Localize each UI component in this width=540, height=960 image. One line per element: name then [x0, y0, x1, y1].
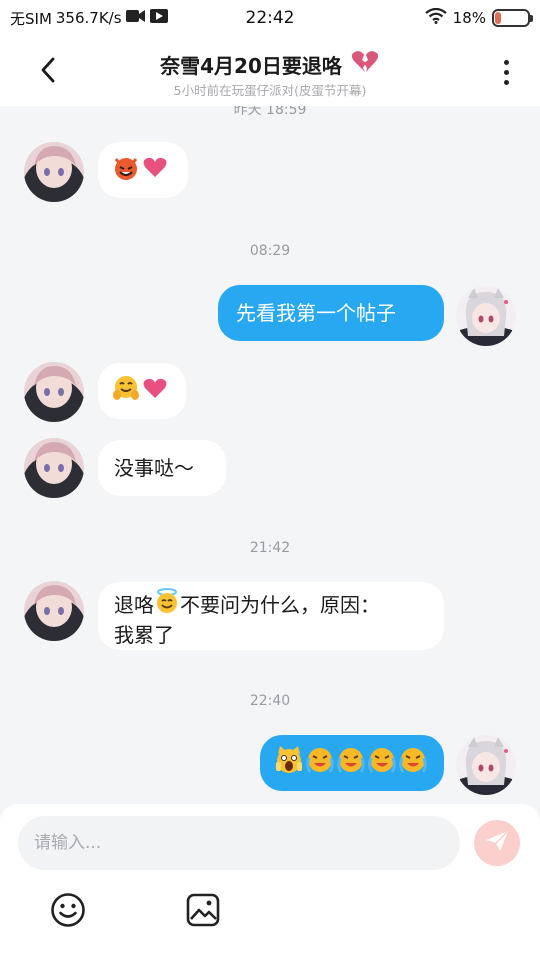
- broken-heart-icon: [350, 50, 380, 79]
- battery-percent: 18%: [452, 9, 486, 27]
- message-bubble-incoming[interactable]: 没事哒～: [98, 440, 226, 496]
- carrier-label: 无SIM: [10, 9, 52, 28]
- smiley-icon: [50, 892, 86, 932]
- scream-cat-emoji: [274, 745, 304, 781]
- avatar-contact[interactable]: [24, 581, 84, 641]
- chat-title[interactable]: 奈雪4月20日要退咯: [160, 50, 380, 79]
- avatar-contact[interactable]: [24, 142, 84, 202]
- message-composer: [0, 804, 540, 960]
- avatar-self[interactable]: [456, 286, 516, 346]
- message-text: 我累了: [114, 623, 174, 647]
- message-text: 没事哒～: [114, 456, 194, 480]
- crying-face-emoji: [305, 746, 335, 781]
- message-bubble-outgoing[interactable]: [260, 735, 444, 791]
- avatar-self[interactable]: [456, 735, 516, 795]
- message-input[interactable]: [18, 816, 460, 870]
- chat-subtitle: 5小时前在玩蛋仔派对(皮蛋节开幕): [173, 83, 367, 98]
- message-text: 先看我第一个帖子: [236, 301, 396, 325]
- message-bubble-outgoing[interactable]: 先看我第一个帖子: [218, 285, 444, 341]
- video-player-icon: [149, 9, 168, 27]
- pink-heart-emoji: [142, 155, 168, 186]
- hugging-face-emoji: [112, 374, 140, 409]
- message-text: 退咯: [114, 592, 154, 617]
- message-bubble-incoming[interactable]: [98, 363, 186, 419]
- wifi-icon: [424, 7, 447, 28]
- send-icon: [485, 830, 509, 856]
- avatar-contact[interactable]: [24, 362, 84, 422]
- chat-header: 奈雪4月20日要退咯 5小时前在玩蛋仔派对(皮蛋节开幕): [0, 36, 540, 106]
- message-text: 不要问为什么，原因：: [180, 592, 380, 617]
- timestamp: 昨天 18:59: [233, 106, 307, 118]
- battery-icon: [492, 9, 533, 27]
- timestamp: 21:42: [249, 540, 291, 556]
- video-recorder-icon: [125, 9, 146, 27]
- message-bubble-incoming[interactable]: 退咯 不要问为什么，原因： 我累了: [98, 582, 444, 650]
- message-list[interactable]: 昨天 18:59 08:29 先看我第一个帖子 没事哒～ 21:42 退咯 不要…: [0, 106, 540, 804]
- crying-face-emoji: [367, 746, 397, 781]
- timestamp: 22:40: [249, 693, 291, 709]
- chat-title-text: 奈雪4月20日要退咯: [160, 54, 342, 78]
- crying-face-emoji: [336, 746, 366, 781]
- more-vertical-icon: [503, 59, 509, 65]
- avatar-contact[interactable]: [24, 438, 84, 498]
- message-bubble-incoming[interactable]: [98, 142, 188, 198]
- network-speed: 356.7K/s: [55, 9, 122, 27]
- more-options-button[interactable]: [492, 52, 520, 92]
- emoji-button[interactable]: [48, 892, 88, 932]
- image-button[interactable]: [183, 892, 223, 932]
- send-button[interactable]: [474, 820, 520, 866]
- status-bar: 无SIM 356.7K/s 22:42 18%: [0, 0, 540, 36]
- crying-face-emoji: [398, 746, 428, 781]
- image-icon: [185, 892, 221, 932]
- timestamp: 08:29: [249, 243, 291, 259]
- pink-heart-emoji: [142, 376, 168, 407]
- smiling-devil-emoji: [112, 153, 140, 188]
- halo-face-emoji: [154, 588, 180, 621]
